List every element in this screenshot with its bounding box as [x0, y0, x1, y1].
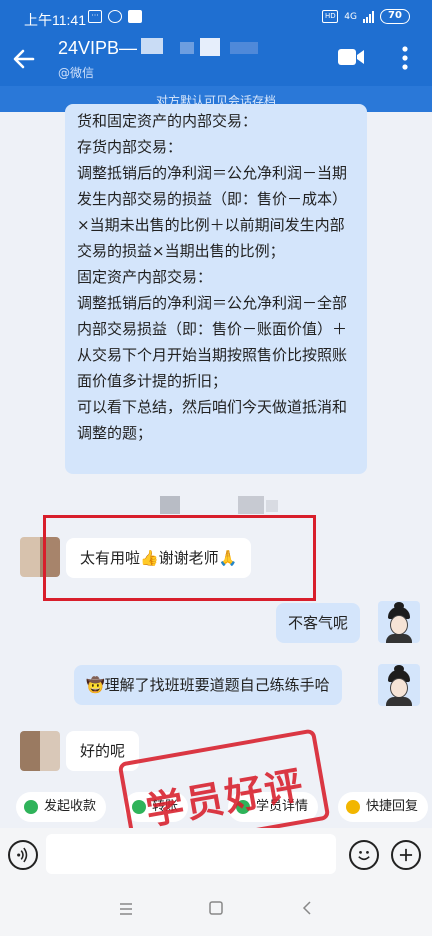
status-right: HD 4G 70 — [322, 9, 410, 24]
message-line: 固定资产内部交易： — [77, 268, 213, 286]
chip-label: 发起收款 — [44, 799, 97, 814]
network-label: 4G — [344, 11, 357, 22]
reply-icon — [346, 800, 360, 814]
message-input[interactable] — [46, 834, 336, 874]
quick-reply-button[interactable]: 快捷回复 — [338, 792, 429, 822]
title-redaction — [180, 42, 194, 54]
highlight-box — [43, 515, 316, 601]
redacted-timestamp — [238, 496, 264, 514]
system-navbar — [0, 880, 432, 936]
wechat-icon — [108, 10, 122, 23]
collect-payment-button[interactable]: 发起收款 — [16, 792, 107, 822]
face — [390, 615, 408, 635]
message-line: 可以看下总结，然后咱们今天做道抵消和调整的题； — [77, 398, 348, 442]
status-time: 上午11:41 — [24, 12, 86, 28]
teacher-avatar[interactable] — [378, 601, 420, 643]
top-bar: 上午11:41 ··· HD 4G 70 24VIPB— @微信 对方默认可见会… — [0, 0, 432, 112]
stamp-text: 学员好评 — [142, 762, 308, 834]
input-bar — [0, 828, 432, 880]
student-avatar[interactable] — [20, 731, 60, 771]
title-redaction — [230, 42, 258, 54]
back-icon[interactable] — [300, 900, 314, 916]
battery-icon: 70 — [380, 9, 410, 24]
message-icon: ··· — [88, 10, 102, 23]
emoji-icon[interactable] — [349, 840, 379, 870]
message-line: 调整抵销后的净利润＝公允净利润－当期发生内部交易的损益（即：售价－成本）×当期未… — [77, 164, 348, 260]
status-bar: 上午11:41 ··· HD 4G 70 — [0, 0, 432, 36]
voice-icon[interactable] — [8, 840, 38, 870]
teacher-long-message: 货和固定资产的内部交易： 存货内部交易： 调整抵销后的净利润＝公允净利润－当期发… — [65, 104, 367, 474]
menu-icon[interactable] — [118, 902, 134, 916]
plus-icon[interactable] — [391, 840, 421, 870]
title-redaction — [141, 38, 163, 54]
home-icon[interactable] — [208, 900, 224, 916]
redacted-timestamp — [266, 500, 278, 512]
body — [386, 697, 412, 706]
back-arrow-icon[interactable] — [12, 47, 36, 71]
chat-title: 24VIPB— — [58, 38, 138, 58]
chat-subtitle: @微信 — [58, 66, 95, 80]
body — [386, 634, 412, 643]
message-line: 存货内部交易： — [77, 138, 183, 156]
money-icon — [24, 800, 38, 814]
teacher-reply-message: 不客气呢 — [276, 603, 361, 643]
app-icon — [128, 10, 142, 23]
message-line: 货和固定资产的内部交易： — [77, 112, 258, 130]
title-redaction — [200, 38, 220, 56]
teacher-avatar[interactable] — [378, 664, 420, 706]
signal-icon — [363, 10, 374, 23]
hd-icon: HD — [322, 10, 339, 23]
teacher-note-message: 🤠理解了找班班要道题自己练练手哈 — [74, 665, 342, 705]
more-icon[interactable] — [395, 44, 415, 72]
video-call-icon[interactable] — [336, 46, 366, 68]
chip-label: 快捷回复 — [366, 799, 419, 814]
redacted-timestamp — [160, 496, 180, 514]
notification-icons: ··· — [88, 10, 142, 23]
face — [390, 678, 408, 698]
message-line: 调整抵销后的净利润＝公允净利润－全部内部交易损益（即：售价－账面价值）＋从交易下… — [77, 294, 348, 390]
